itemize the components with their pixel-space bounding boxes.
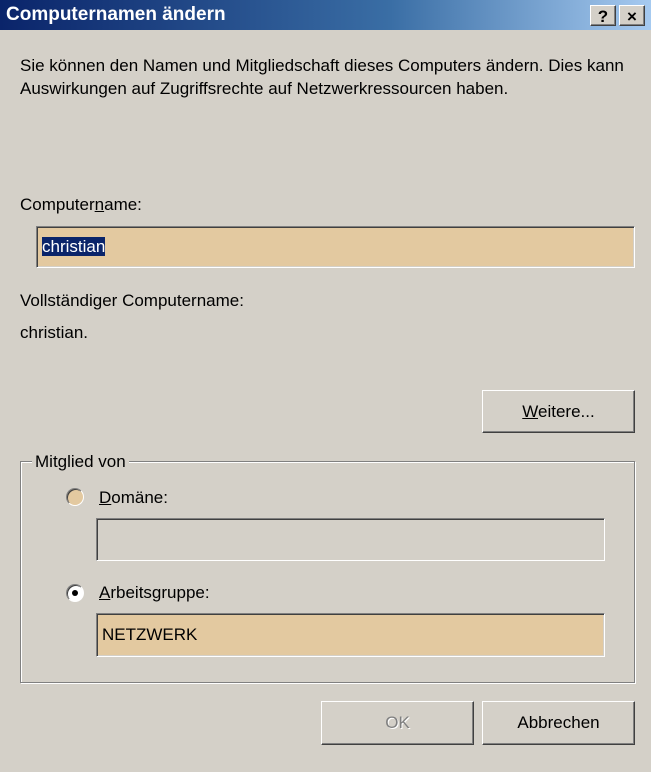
computer-name-label: Computername: bbox=[20, 195, 142, 214]
computer-name-value: christian bbox=[42, 237, 106, 256]
close-button[interactable]: × bbox=[619, 5, 645, 26]
full-computer-name-label: Vollständiger Computername: bbox=[20, 291, 244, 310]
domain-field[interactable] bbox=[96, 518, 605, 561]
change-computer-name-dialog: Computernamen ändern ? × Sie können den … bbox=[0, 0, 651, 772]
radio-selected-dot bbox=[72, 590, 78, 596]
ok-button-label: OK bbox=[385, 713, 410, 732]
cancel-button[interactable]: Abbrechen bbox=[482, 701, 635, 745]
domain-label: Domäne: bbox=[99, 488, 168, 507]
cancel-button-label: Abbrechen bbox=[517, 713, 600, 732]
computer-name-field[interactable]: christian bbox=[36, 226, 635, 268]
title-bar[interactable]: Computernamen ändern ? × bbox=[0, 0, 651, 30]
window-title: Computernamen ändern bbox=[6, 4, 226, 25]
more-button[interactable]: Weitere... bbox=[482, 390, 635, 433]
description-text: Sie können den Namen und Mitgliedschaft … bbox=[20, 56, 624, 98]
domain-radio[interactable] bbox=[66, 488, 84, 506]
ok-button[interactable]: OK bbox=[321, 701, 474, 745]
domain-input[interactable] bbox=[100, 522, 601, 557]
workgroup-radio[interactable] bbox=[66, 584, 84, 602]
full-computer-name-value: christian. bbox=[20, 323, 89, 342]
workgroup-input[interactable] bbox=[100, 617, 601, 653]
help-button[interactable]: ? bbox=[590, 5, 616, 26]
workgroup-field[interactable] bbox=[96, 613, 605, 657]
close-icon: × bbox=[627, 7, 637, 26]
more-button-label: Weitere... bbox=[522, 402, 595, 421]
member-of-label: Mitglied von bbox=[32, 452, 129, 472]
workgroup-label: Arbeitsgruppe: bbox=[99, 583, 210, 602]
question-mark-icon: ? bbox=[597, 7, 609, 26]
